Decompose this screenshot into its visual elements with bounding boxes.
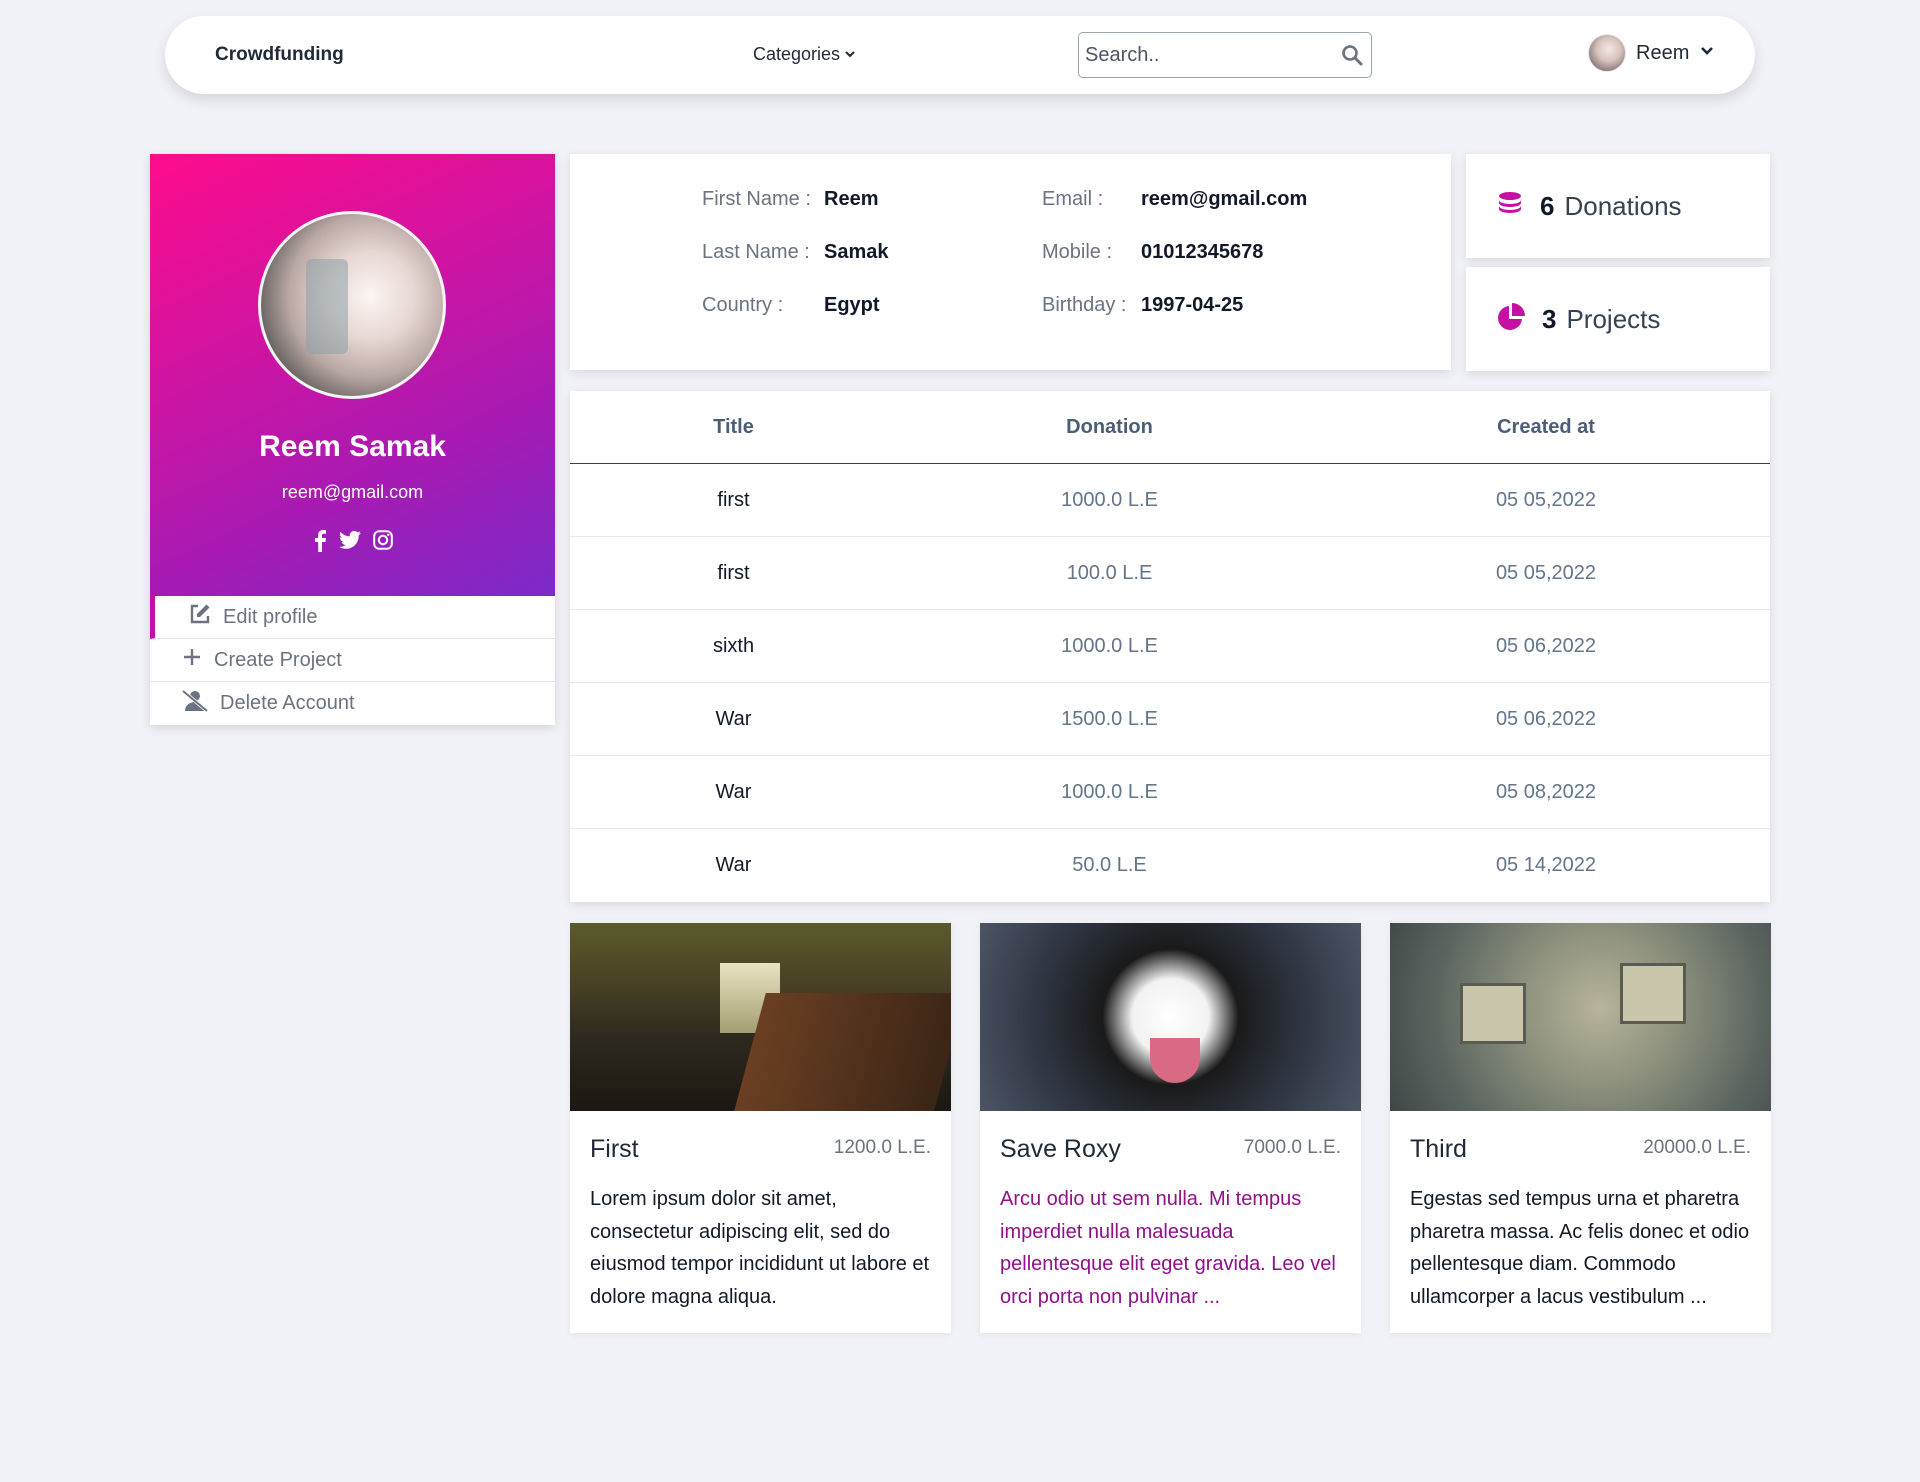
last-name-value: Samak [824, 241, 889, 263]
cell-created-at: 05 05,2022 [1495, 561, 1597, 584]
cell-created-at: 05 06,2022 [1495, 634, 1597, 657]
profile-name: Reem Samak [259, 430, 446, 463]
navbar: Crowdfunding Categories Reem [165, 16, 1755, 94]
chevron-down-icon [844, 44, 856, 65]
table-row: War 1000.0 L.E 05 08,2022 [570, 756, 1770, 829]
chevron-down-icon [1699, 43, 1715, 64]
coins-icon [1496, 190, 1524, 223]
cell-title: War [715, 780, 752, 803]
cell-title: War [715, 854, 752, 876]
profile-header: Reem Samak reem@gmail.com [150, 154, 555, 596]
search-box [1078, 32, 1372, 78]
profile-avatar [258, 211, 446, 399]
project-description: Lorem ipsum dolor sit amet, consectetur … [590, 1188, 930, 1308]
table-row: sixth 1000.0 L.E 05 06,2022 [570, 610, 1770, 683]
mobile-label: Mobile : [1042, 241, 1113, 263]
donations-label: Donations [1564, 190, 1682, 221]
user-info-panel: First Name : Reem Last Name : Samak Coun… [570, 154, 1451, 370]
project-amount: 20000.0 L.E. [1643, 1137, 1751, 1158]
search-input[interactable] [1085, 33, 1335, 77]
project-description: Arcu odio ut sem nulla. Mi tempus imperd… [1000, 1188, 1336, 1308]
table-row: first 100.0 L.E 05 05,2022 [570, 537, 1770, 610]
delete-account-label: Delete Account [220, 692, 355, 714]
pie-chart-icon [1496, 302, 1526, 337]
projects-label: Projects [1566, 303, 1661, 334]
cell-donation: 1000.0 L.E [1061, 488, 1158, 511]
categories-dropdown[interactable]: Categories [753, 44, 856, 65]
user-name: Reem [1636, 41, 1690, 64]
project-card-first[interactable]: First 1200.0 L.E. Lorem ipsum dolor sit … [570, 923, 951, 1333]
project-description: Egestas sed tempus urna et pharetra phar… [1410, 1188, 1750, 1308]
column-header-title[interactable]: Title [570, 416, 897, 439]
project-image[interactable] [1390, 923, 1771, 1111]
country-value: Egypt [824, 294, 880, 316]
table-row: War 1500.0 L.E 05 06,2022 [570, 683, 1770, 756]
profile-email: reem@gmail.com [281, 482, 424, 502]
donations-count: 6 [1540, 190, 1555, 221]
projects-count: 3 [1542, 303, 1557, 334]
birthday-label: Birthday : [1042, 294, 1127, 316]
country-label: Country : [702, 294, 784, 316]
create-project-label: Create Project [214, 648, 342, 671]
cell-title: first [717, 561, 750, 584]
cell-created-at: 05 06,2022 [1495, 707, 1597, 730]
project-title[interactable]: Save Roxy [1000, 1135, 1121, 1164]
edit-icon [189, 603, 211, 631]
user-menu[interactable]: Reem [1588, 34, 1715, 72]
categories-label: Categories [753, 44, 841, 64]
instagram-icon[interactable] [372, 530, 393, 552]
cell-title: sixth [712, 634, 755, 657]
edit-profile-label: Edit profile [223, 605, 318, 628]
column-header-donation[interactable]: Donation [897, 416, 1322, 439]
project-card-third[interactable]: Third 20000.0 L.E. Egestas sed tempus ur… [1390, 923, 1771, 1333]
search-icon[interactable] [1341, 44, 1363, 71]
email-value: reem@gmail.com [1141, 188, 1308, 210]
profile-menu: Edit profile Create Project Delete Accou… [150, 596, 555, 725]
column-header-created-at[interactable]: Created at [1322, 416, 1770, 439]
project-amount: 1200.0 L.E. [833, 1137, 931, 1158]
donations-table: Title Donation Created at first 1000.0 L… [570, 391, 1770, 902]
social-links [150, 530, 555, 552]
twitter-icon[interactable] [338, 530, 361, 552]
table-row: first 1000.0 L.E 05 05,2022 [570, 464, 1770, 537]
cell-donation: 100.0 L.E [1066, 561, 1153, 584]
cell-donation: 50.0 L.E [1072, 854, 1147, 876]
plus-icon [182, 647, 202, 673]
email-label: Email : [1042, 188, 1104, 210]
cell-created-at: 05 05,2022 [1495, 488, 1597, 511]
avatar [1588, 34, 1626, 72]
birthday-value: 1997-04-25 [1141, 294, 1244, 316]
cell-created-at: 05 08,2022 [1495, 780, 1597, 803]
brand-logo[interactable]: Crowdfunding [215, 44, 344, 66]
project-title[interactable]: First [590, 1135, 639, 1164]
cell-donation: 1500.0 L.E [1061, 707, 1158, 730]
create-project-button[interactable]: Create Project [150, 639, 555, 682]
table-row: War 50.0 L.E 05 14,2022 [570, 829, 1770, 902]
project-card-save-roxy[interactable]: Save Roxy 7000.0 L.E. Arcu odio ut sem n… [980, 923, 1361, 1333]
delete-account-button[interactable]: Delete Account [150, 682, 555, 725]
cell-donation: 1000.0 L.E [1061, 780, 1158, 803]
cell-created-at: 05 14,2022 [1495, 854, 1597, 876]
profile-card: Reem Samak reem@gmail.com Edit profile C… [150, 154, 555, 725]
donations-stat-card: 6 Donations [1466, 154, 1770, 258]
first-name-label: First Name : [702, 188, 811, 210]
table-header: Title Donation Created at [570, 391, 1770, 464]
project-title[interactable]: Third [1410, 1135, 1467, 1164]
first-name-value: Reem [824, 188, 879, 210]
project-amount: 7000.0 L.E. [1243, 1137, 1341, 1158]
cell-title: War [715, 707, 752, 730]
project-image[interactable] [570, 923, 951, 1111]
projects-stat-card: 3 Projects [1466, 267, 1770, 371]
cell-title: first [717, 488, 750, 511]
facebook-icon[interactable] [313, 530, 327, 552]
last-name-label: Last Name : [702, 241, 810, 263]
cell-donation: 1000.0 L.E [1061, 634, 1158, 657]
user-slash-icon [181, 689, 209, 718]
mobile-value: 01012345678 [1141, 241, 1264, 263]
edit-profile-button[interactable]: Edit profile [150, 596, 555, 639]
project-image[interactable] [980, 923, 1361, 1111]
